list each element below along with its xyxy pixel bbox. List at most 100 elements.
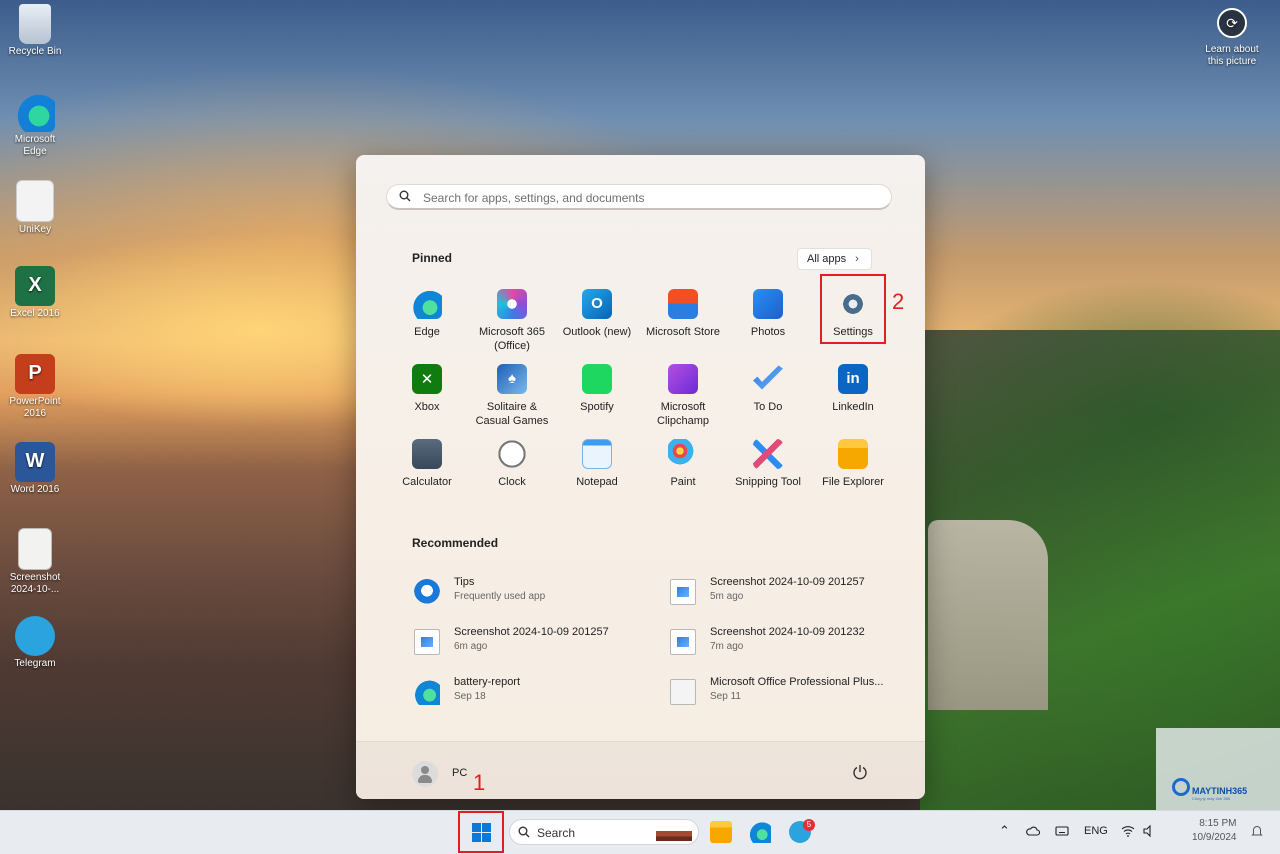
recommended-item-screenshot[interactable]: Screenshot 2024-10-09 201257 5m ago <box>670 576 900 610</box>
system-clock[interactable]: 8:15 PM 10/9/2024 <box>1192 817 1237 845</box>
desktop-icon-label: Microsoft Edge <box>14 134 56 157</box>
image-file-icon <box>414 629 440 655</box>
all-apps-button[interactable]: All apps › <box>797 248 872 270</box>
edge-icon <box>15 92 55 132</box>
app-label: Microsoft Clipchamp <box>657 401 709 427</box>
photos-icon <box>753 289 783 319</box>
user-name: PC <box>452 767 468 779</box>
paint-icon <box>668 439 698 469</box>
recommended-sub: 5m ago <box>710 591 744 602</box>
camera-icon: ⟳ <box>1217 8 1247 38</box>
app-label: Calculator <box>402 476 452 488</box>
calculator-icon <box>412 439 442 469</box>
app-label: Photos <box>750 326 786 338</box>
pinned-app-paint[interactable]: Paint <box>641 439 725 489</box>
recommended-sub: 6m ago <box>454 641 488 652</box>
pinned-app-clipchamp[interactable]: Microsoft Clipchamp <box>641 364 725 428</box>
recommended-name: Screenshot 2024-10-09 201257 <box>454 626 609 638</box>
linkedin-icon: in <box>838 364 868 394</box>
chevron-up-icon[interactable]: ⌃ <box>999 823 1010 839</box>
recycle-bin-icon <box>19 4 51 44</box>
start-menu: Pinned All apps › Edge Microsoft 365 (Off… <box>356 155 925 799</box>
settings-highlight-box <box>820 274 886 344</box>
pinned-app-notepad[interactable]: Notepad <box>555 439 639 489</box>
desktop-icon-edge[interactable]: Microsoft Edge <box>4 92 66 158</box>
image-file-icon <box>670 629 696 655</box>
app-label: Microsoft 365 (Office) <box>478 326 546 352</box>
desktop-icon-label: Recycle Bin <box>8 46 62 57</box>
powerpoint-icon: P <box>15 354 55 394</box>
pinned-app-linkedin[interactable]: in LinkedIn <box>811 364 895 414</box>
desktop-icon-screenshot[interactable]: Screenshot 2024-10-... <box>4 528 66 596</box>
recommended-heading: Recommended <box>412 536 499 550</box>
recommended-item-screenshot[interactable]: Screenshot 2024-10-09 201232 7m ago <box>670 626 900 660</box>
desktop-icon-powerpoint[interactable]: P PowerPoint 2016 <box>4 354 66 420</box>
desktop-icon-telegram[interactable]: Telegram <box>4 616 66 670</box>
start-search-input[interactable] <box>421 188 885 208</box>
keyboard-icon[interactable] <box>1055 824 1069 838</box>
start-search-box[interactable] <box>386 184 892 210</box>
clock-icon <box>497 439 527 469</box>
recommended-name: Tips <box>454 576 475 588</box>
tips-icon <box>414 579 440 605</box>
recommended-name: Screenshot 2024-10-09 201232 <box>710 626 865 638</box>
pinned-app-microsoft-store[interactable]: Microsoft Store <box>641 289 725 339</box>
app-label: Outlook (new) <box>562 326 632 338</box>
desktop-icon-excel[interactable]: X Excel 2016 <box>4 266 66 320</box>
app-label: Edge <box>414 326 440 338</box>
pinned-app-file-explorer[interactable]: File Explorer <box>811 439 895 489</box>
telegram-icon <box>15 616 55 656</box>
notification-bell-icon[interactable] <box>1250 824 1264 838</box>
recommended-item-tips[interactable]: Tips Frequently used app <box>414 576 644 610</box>
pinned-app-outlook[interactable]: O Outlook (new) <box>555 289 639 339</box>
word-icon: W <box>15 442 55 482</box>
app-label: To Do <box>753 401 783 413</box>
pinned-app-xbox[interactable]: ✕ Xbox <box>385 364 469 414</box>
pinned-app-todo[interactable]: To Do <box>726 364 810 414</box>
power-icon[interactable] <box>852 764 868 780</box>
desktop-icon-recycle-bin[interactable]: Recycle Bin <box>4 4 66 58</box>
edge-icon[interactable] <box>749 821 771 843</box>
file-explorer-icon[interactable] <box>710 821 732 843</box>
telegram-badge: 5 <box>803 819 815 831</box>
pinned-app-solitaire[interactable]: ♠ Solitaire & Casual Games <box>470 364 554 428</box>
taskbar-search[interactable]: Search <box>509 819 699 845</box>
app-label: Spotify <box>580 401 614 413</box>
pinned-app-snipping-tool[interactable]: Snipping Tool <box>726 439 810 489</box>
app-label: LinkedIn <box>832 401 874 413</box>
pinned-app-edge[interactable]: Edge <box>385 289 469 339</box>
notepad-icon <box>582 439 612 469</box>
recommended-item-battery-report[interactable]: battery-report Sep 18 <box>414 676 644 710</box>
pinned-app-spotify[interactable]: Spotify <box>555 364 639 414</box>
excel-icon: X <box>15 266 55 306</box>
desktop-icon-unikey[interactable]: UniKey <box>4 180 66 236</box>
desktop-icon-label: Word 2016 <box>10 484 60 495</box>
spotify-icon <box>582 364 612 394</box>
desktop-icon-label: Telegram <box>14 658 56 669</box>
volume-icon[interactable] <box>1142 824 1156 838</box>
pinned-app-calculator[interactable]: Calculator <box>385 439 469 489</box>
clock-date: 10/9/2024 <box>1192 832 1237 843</box>
clock-time: 8:15 PM <box>1199 818 1237 829</box>
search-highlight-ship-icon <box>656 823 692 841</box>
learn-about-line1: Learn about <box>1205 44 1259 55</box>
wifi-icon[interactable] <box>1121 824 1135 838</box>
pinned-app-microsoft-365[interactable]: Microsoft 365 (Office) <box>470 289 554 353</box>
learn-about-line2: this picture <box>1207 56 1257 67</box>
recommended-sub: Frequently used app <box>454 591 546 602</box>
search-icon <box>518 826 530 838</box>
image-file-icon <box>18 528 52 570</box>
onedrive-icon[interactable] <box>1026 824 1040 838</box>
desktop-icon-word[interactable]: W Word 2016 <box>4 442 66 496</box>
app-label: File Explorer <box>822 476 884 488</box>
learn-about-picture[interactable]: ⟳ Learn about this picture <box>1200 8 1264 68</box>
all-apps-label: All apps <box>807 253 847 265</box>
step-marker-2: 2 <box>892 289 905 314</box>
recommended-item-screenshot[interactable]: Screenshot 2024-10-09 201257 6m ago <box>414 626 644 660</box>
language-indicator[interactable]: ENG <box>1084 825 1108 837</box>
wallpaper-beach <box>928 520 1048 710</box>
recommended-item-office[interactable]: Microsoft Office Professional Plus... Se… <box>670 676 900 710</box>
app-label: Solitaire & Casual Games <box>475 401 549 427</box>
pinned-app-photos[interactable]: Photos <box>726 289 810 339</box>
pinned-app-clock[interactable]: Clock <box>470 439 554 489</box>
